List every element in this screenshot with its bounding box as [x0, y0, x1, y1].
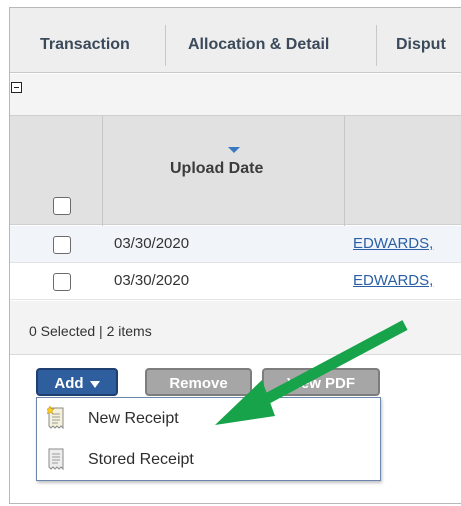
select-all-checkbox[interactable] — [53, 197, 71, 215]
view-pdf-button[interactable]: View PDF — [262, 368, 380, 396]
cardholder-link[interactable]: EDWARDS, — [353, 235, 433, 252]
tab-dispute[interactable]: Disput — [396, 25, 461, 66]
collapse-icon[interactable] — [11, 82, 22, 93]
remove-button[interactable]: Remove — [145, 368, 252, 396]
tab-divider — [376, 25, 377, 66]
tab-bar: Transaction Allocation & Detail Disput — [10, 8, 461, 73]
chevron-down-icon — [89, 380, 100, 388]
menu-item-label: New Receipt — [88, 410, 179, 427]
table-header: Upload Date — [10, 115, 461, 226]
table-row[interactable]: 03/30/2020 EDWARDS, — [10, 263, 461, 300]
upload-date-cell: 03/30/2020 — [114, 235, 190, 252]
menu-item-label: Stored Receipt — [88, 451, 194, 468]
selection-count: 0 Selected | 2 items — [29, 323, 152, 339]
column-divider — [102, 116, 103, 226]
add-button-label: Add — [54, 375, 84, 392]
collapse-bar — [10, 74, 461, 118]
tab-divider — [165, 25, 166, 66]
cardholder-link[interactable]: EDWARDS, — [353, 272, 433, 289]
menu-item-new-receipt[interactable]: New Receipt — [37, 399, 380, 439]
upload-date-cell: 03/30/2020 — [114, 272, 190, 289]
new-receipt-icon — [47, 406, 64, 430]
tab-allocation-detail[interactable]: Allocation & Detail — [188, 25, 329, 66]
stored-receipt-icon — [48, 448, 64, 471]
add-button[interactable]: Add — [36, 368, 118, 396]
table-row[interactable]: 03/30/2020 EDWARDS, — [10, 226, 461, 263]
sort-descending-icon[interactable] — [228, 147, 240, 153]
row-checkbox[interactable] — [53, 236, 71, 254]
add-dropdown-menu: New Receipt Stored Receipt — [36, 397, 381, 481]
row-checkbox[interactable] — [53, 273, 71, 291]
menu-item-stored-receipt[interactable]: Stored Receipt — [37, 440, 380, 480]
column-header-upload-date[interactable]: Upload Date — [170, 160, 263, 178]
column-divider — [344, 116, 345, 226]
table-footer: 0 Selected | 2 items — [10, 301, 461, 355]
tab-transaction[interactable]: Transaction — [40, 25, 130, 66]
